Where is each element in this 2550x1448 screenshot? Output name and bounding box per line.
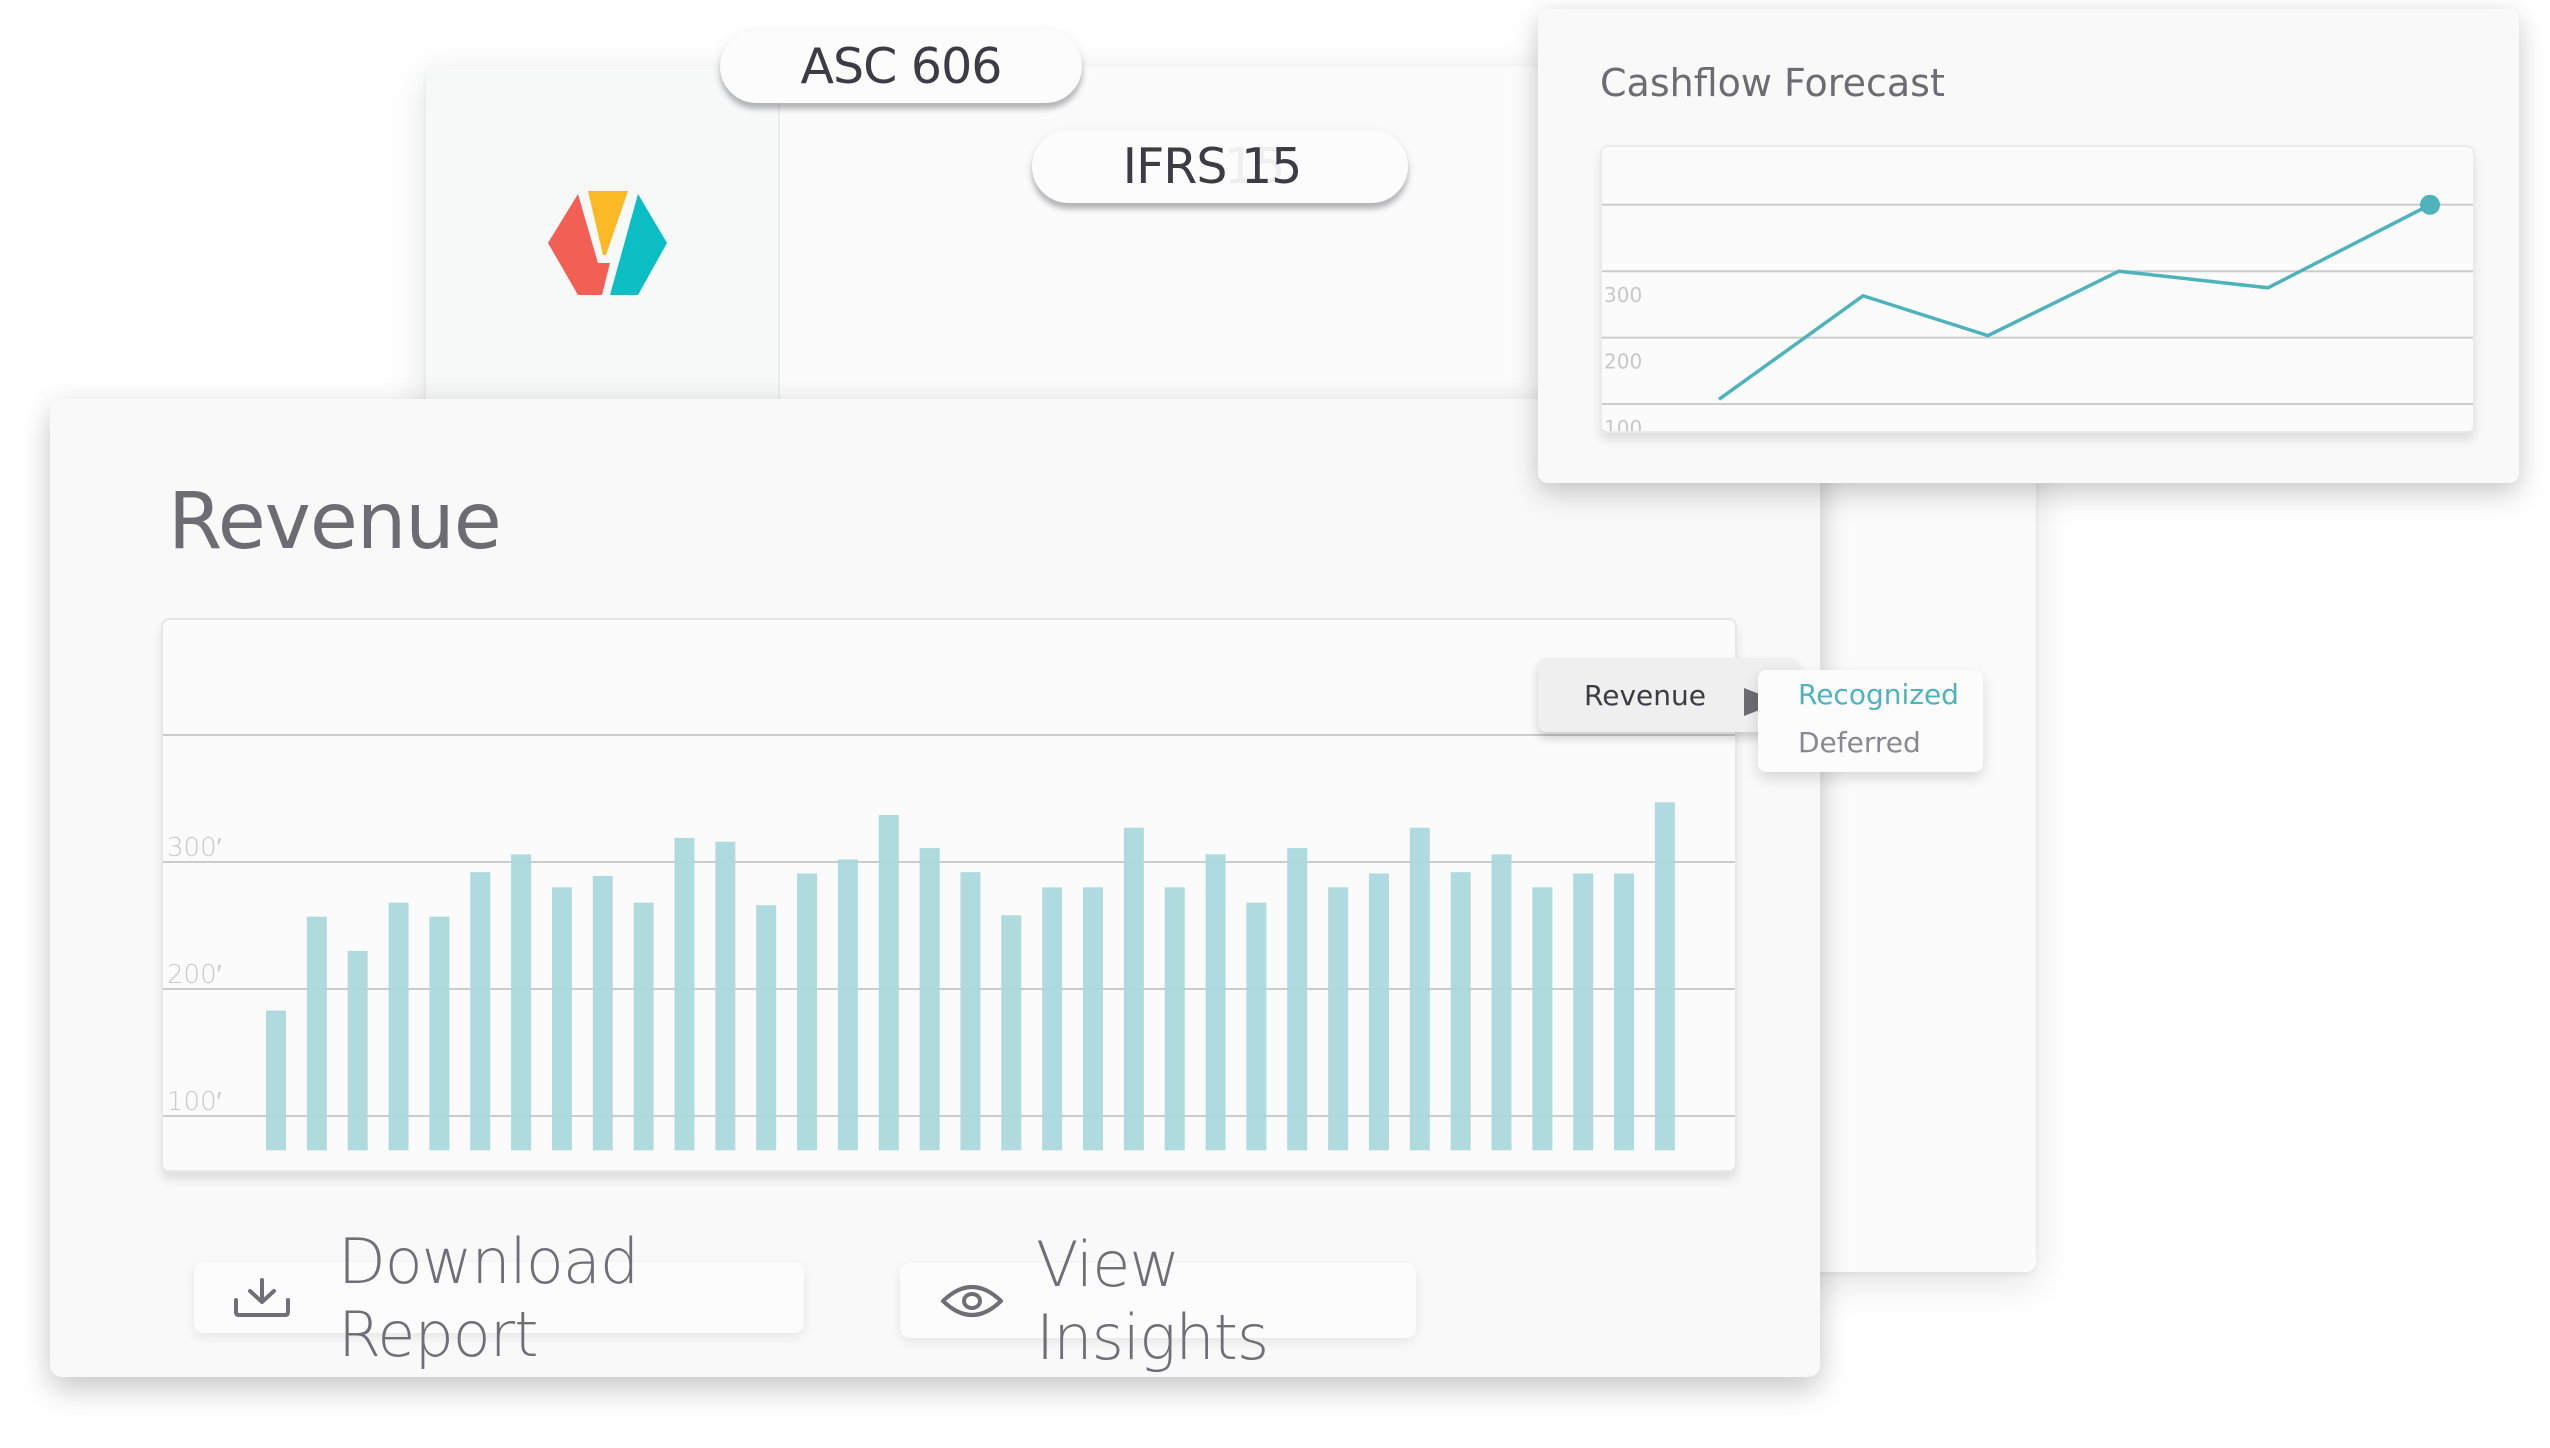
- revenue-bar: [306, 916, 327, 1151]
- revenue-bar: [592, 875, 613, 1151]
- revenue-title: Revenue: [168, 477, 502, 567]
- y-tick-label: 300: [1604, 283, 1642, 307]
- revenue-bar: [1654, 802, 1675, 1151]
- submenu-item-deferred[interactable]: Deferred: [1798, 726, 1921, 759]
- revenue-bar: [878, 815, 899, 1151]
- hexagon-logo-icon[interactable]: [548, 191, 668, 296]
- cashflow-line-chart: 100 200 300: [1600, 145, 2475, 433]
- revenue-bar: [511, 854, 532, 1151]
- view-insights-label: View Insights: [1036, 1227, 1269, 1374]
- logo-yellow-segment: [588, 191, 628, 255]
- revenue-bar: [674, 837, 695, 1151]
- tab-asc-606-label: ASC 606: [800, 38, 1003, 95]
- download-report-button[interactable]: Download Report: [194, 1225, 804, 1371]
- revenue-bar: [1205, 854, 1226, 1151]
- revenue-bar: [1001, 915, 1022, 1151]
- revenue-bar: [1083, 887, 1103, 1151]
- cashflow-end-point: [2420, 194, 2440, 215]
- tab-ifrs-15[interactable]: 15 IFRS 15: [1032, 130, 1408, 203]
- revenue-bar: [1491, 854, 1512, 1151]
- revenue-bar: [551, 887, 572, 1151]
- download-report-label: Download Report: [338, 1224, 639, 1371]
- revenue-bar: [1368, 873, 1389, 1151]
- revenue-bar: [388, 902, 409, 1151]
- revenue-bar: [1573, 873, 1594, 1151]
- revenue-bar: [715, 841, 736, 1151]
- revenue-bar: [1246, 902, 1267, 1151]
- revenue-bar: [1123, 827, 1144, 1151]
- revenue-bar: [633, 902, 654, 1151]
- revenue-bar: [1614, 873, 1635, 1151]
- menu-item-revenue-label: Revenue: [1584, 678, 1706, 712]
- revenue-bar: [837, 859, 858, 1151]
- revenue-bar: [919, 848, 940, 1151]
- revenue-card: Revenue 100′ 200′ 300′ Download Report Vie…: [50, 399, 1820, 1377]
- submenu-item-recognized[interactable]: Recognized: [1798, 678, 1959, 711]
- cashflow-chart-svg: 100 200 300: [1602, 194, 2473, 431]
- revenue-bar: [1532, 887, 1553, 1151]
- y-tick-label: 200: [1604, 350, 1642, 374]
- cashflow-forecast-card: Cashflow Forecast 100 200 300: [1538, 9, 2519, 483]
- revenue-bar: [429, 916, 450, 1151]
- revenue-bar: [1042, 887, 1063, 1151]
- view-insights-button[interactable]: View Insights: [900, 1228, 1416, 1374]
- revenue-submenu: Recognized Deferred: [1758, 670, 1983, 772]
- revenue-bar: [347, 950, 368, 1151]
- revenue-bar: [1328, 887, 1349, 1151]
- y-tick-label: 100: [1604, 416, 1642, 431]
- y-tick-label: 100′: [167, 1087, 222, 1117]
- revenue-bar: [756, 905, 777, 1151]
- eye-icon: [941, 1284, 1003, 1317]
- revenue-bar-chart: 100′ 200′ 300′: [161, 618, 1737, 1172]
- revenue-bar: [1164, 887, 1185, 1151]
- tab-asc-606[interactable]: ASC 606: [720, 30, 1082, 103]
- revenue-bar: [470, 872, 491, 1151]
- y-tick-label: 300′: [167, 833, 222, 863]
- y-tick-label: 200′: [167, 960, 222, 990]
- download-icon: [234, 1277, 290, 1317]
- cashflow-line: [1717, 203, 2431, 401]
- revenue-bar: [1287, 848, 1308, 1151]
- revenue-bar: [1409, 827, 1430, 1151]
- cashflow-title: Cashflow Forecast: [1600, 61, 1945, 105]
- revenue-bar: [960, 872, 981, 1151]
- tab-ifrs-15-label: IFRS 15: [1122, 138, 1303, 195]
- revenue-bar: [797, 873, 818, 1151]
- revenue-chart-svg: 100′ 200′ 300′: [163, 734, 1735, 1151]
- revenue-bar: [266, 1010, 286, 1151]
- revenue-bar: [1450, 872, 1471, 1151]
